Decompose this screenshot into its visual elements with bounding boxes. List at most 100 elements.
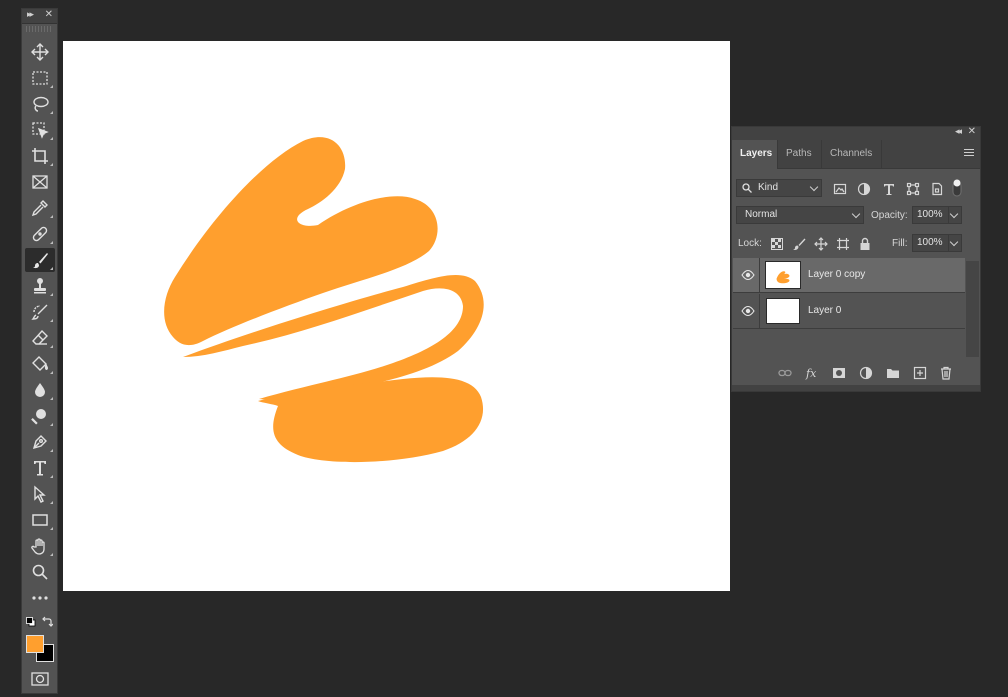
layer-thumbnail [765, 261, 801, 289]
folder-icon[interactable] [886, 366, 900, 380]
edit-toolbar-button[interactable] [25, 586, 55, 610]
zoom-icon [32, 564, 48, 580]
collapse-icon[interactable]: ▸▸ [27, 10, 34, 20]
rectangle-tool[interactable] [25, 508, 55, 532]
eraser-icon [32, 329, 48, 345]
layer-row[interactable]: Layer 0 copy [733, 258, 965, 293]
history-brush-icon [31, 304, 48, 320]
fill-field[interactable]: 100% [912, 234, 962, 252]
rect-marquee-icon [32, 71, 48, 85]
frame-tool[interactable] [25, 170, 55, 194]
close-icon[interactable]: ✕ [45, 9, 53, 20]
layers-scrollbar[interactable] [966, 261, 979, 357]
lasso-icon [33, 96, 49, 112]
tab-channels[interactable]: Channels [822, 140, 882, 168]
pixel-filter-icon[interactable] [833, 182, 847, 196]
lock-all-icon[interactable] [858, 237, 872, 251]
layer-name: Layer 0 [808, 305, 842, 316]
hand-tool[interactable] [25, 534, 55, 558]
new-layer-icon[interactable] [913, 366, 927, 380]
lock-artboard-icon[interactable] [836, 237, 850, 251]
document-canvas[interactable] [63, 41, 730, 591]
dodge-tool[interactable] [25, 404, 55, 428]
swap-colors-icon[interactable] [41, 616, 53, 628]
opacity-label: Opacity: [871, 210, 908, 221]
lock-transparent-icon[interactable] [770, 237, 784, 251]
brush-tool[interactable] [25, 248, 55, 272]
default-colors-icon[interactable] [26, 617, 36, 627]
blur-tool[interactable] [25, 378, 55, 402]
panel-resize-grip[interactable] [732, 385, 980, 391]
pen-icon [32, 435, 47, 450]
fill-value: 100% [917, 237, 943, 248]
paint-bucket-tool[interactable] [25, 352, 55, 376]
lock-row: Lock: Fill: 100% [732, 233, 980, 255]
blend-row: Normal Opacity: 100% [732, 205, 980, 227]
close-panel-icon[interactable]: ✕ [968, 126, 976, 137]
blend-mode-value: Normal [745, 209, 778, 220]
stamp-icon [34, 278, 46, 294]
trash-icon[interactable] [939, 366, 953, 380]
lasso-tool[interactable] [25, 92, 55, 116]
marquee-tool[interactable] [25, 66, 55, 90]
filter-kind-label: Kind [758, 182, 779, 193]
arrow-icon [34, 485, 46, 503]
eyedropper-tool[interactable] [25, 196, 55, 220]
tab-layers[interactable]: Layers [732, 140, 778, 169]
eraser-tool[interactable] [25, 326, 55, 350]
foreground-color-swatch[interactable] [26, 635, 44, 653]
svg-text:fx: fx [805, 367, 817, 380]
filter-toggle[interactable] [952, 178, 962, 198]
lock-pixels-icon[interactable] [792, 237, 806, 251]
lock-label: Lock: [738, 238, 762, 249]
path-select-tool[interactable] [25, 482, 55, 506]
history-brush-tool[interactable] [25, 300, 55, 324]
tools-panel: ▸▸ ✕ [21, 8, 58, 694]
crop-icon [32, 148, 48, 164]
eye-icon[interactable] [741, 269, 755, 281]
move-tool[interactable] [25, 40, 55, 64]
type-icon [34, 461, 46, 476]
tab-paths[interactable]: Paths [778, 140, 822, 168]
panel-title-bar[interactable]: ◂◂ ✕ [732, 126, 980, 140]
opacity-field[interactable]: 100% [912, 206, 962, 224]
lock-position-icon[interactable] [814, 237, 828, 251]
layer-name: Layer 0 copy [808, 269, 866, 280]
brush-icon [33, 253, 48, 269]
more-icon [32, 596, 48, 600]
bandage-icon [32, 226, 48, 242]
clone-stamp-tool[interactable] [25, 274, 55, 298]
crop-tool[interactable] [25, 144, 55, 168]
layers-panel: ◂◂ ✕ Layers Paths Channels Kind Normal O… [731, 126, 981, 392]
type-filter-icon[interactable] [882, 182, 896, 196]
type-tool[interactable] [25, 456, 55, 480]
collapse-panel-icon[interactable]: ◂◂ [955, 127, 962, 137]
pen-tool[interactable] [25, 430, 55, 454]
filter-kind-select[interactable]: Kind [736, 179, 822, 197]
orange-brush-stroke [164, 137, 484, 463]
panel-menu-icon[interactable] [964, 149, 974, 158]
layer-row[interactable]: Layer 0 [733, 294, 965, 329]
eyedropper-icon [31, 200, 48, 217]
adjustment-filter-icon[interactable] [857, 182, 871, 196]
fx-icon[interactable]: fx [805, 366, 819, 380]
rectangle-icon [32, 514, 48, 526]
zoom-tool[interactable] [25, 560, 55, 584]
filter-row: Kind [732, 178, 980, 200]
eye-icon[interactable] [741, 305, 755, 317]
object-select-tool[interactable] [25, 118, 55, 142]
dodge-icon [31, 409, 46, 425]
smart-object-filter-icon[interactable] [930, 182, 944, 196]
hand-icon [31, 538, 45, 555]
opacity-value: 100% [917, 209, 943, 220]
blend-mode-select[interactable]: Normal [736, 206, 864, 224]
shape-filter-icon[interactable] [906, 182, 920, 196]
quick-mask-icon[interactable] [31, 672, 49, 686]
link-layers-icon[interactable] [778, 366, 792, 380]
adjustment-layer-icon[interactable] [859, 366, 873, 380]
healing-brush-tool[interactable] [25, 222, 55, 246]
search-icon [742, 183, 752, 193]
drag-grip[interactable] [26, 26, 53, 32]
add-mask-icon[interactable] [832, 366, 846, 380]
fill-label: Fill: [892, 238, 908, 249]
